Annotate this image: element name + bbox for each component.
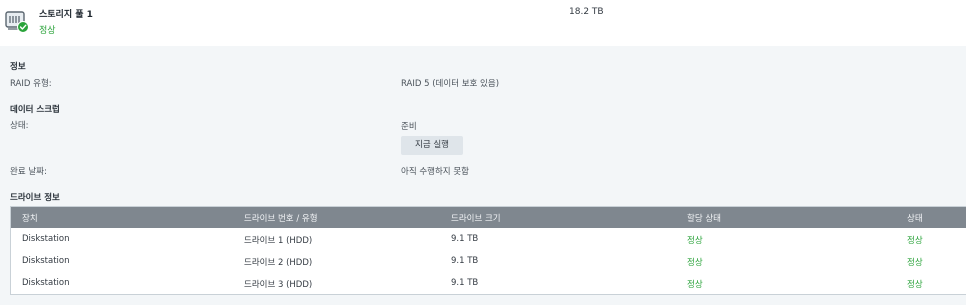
pool-name: 스토리지 풀 1 (39, 10, 93, 20)
cell-drive: 드라이브 2 (HDD) (244, 258, 313, 268)
cell-allocation: 정상 (687, 236, 703, 246)
raid-type-label: RAID 유형: (10, 79, 52, 89)
cell-status: 정상 (907, 258, 923, 268)
cell-status: 정상 (907, 280, 923, 290)
cell-device: Diskstation (22, 234, 70, 244)
pool-status: 정상 (39, 26, 56, 36)
cell-size: 9.1 TB (451, 256, 479, 266)
cell-drive: 드라이브 1 (HDD) (244, 236, 313, 246)
table-row[interactable]: Diskstation 드라이브 3 (HDD) 9.1 TB 정상 정상 (11, 272, 966, 294)
scrub-status-value: 준비 (401, 122, 417, 132)
pool-details-panel: 정보 RAID 유형: RAID 5 (데이터 보호 있음) 데이터 스크럽 상… (0, 46, 966, 305)
cell-size: 9.1 TB (451, 234, 479, 244)
storage-pool-icon (5, 8, 31, 34)
cell-device: Diskstation (22, 256, 70, 266)
column-header-allocation[interactable]: 할당 상태 (687, 212, 721, 224)
column-header-drive[interactable]: 드라이브 번호 / 유형 (244, 212, 318, 224)
pool-size: 18.2 TB (569, 7, 604, 17)
scrub-status-label: 상태: (10, 121, 29, 131)
storage-pool-header[interactable]: 스토리지 풀 1 정상 18.2 TB (0, 0, 966, 46)
drive-table: 장치 드라이브 번호 / 유형 드라이브 크기 할당 상태 상태 Disksta… (10, 206, 966, 295)
table-header: 장치 드라이브 번호 / 유형 드라이브 크기 할당 상태 상태 (11, 207, 966, 228)
info-section-title: 정보 (10, 62, 26, 72)
cell-drive: 드라이브 3 (HDD) (244, 280, 313, 290)
scrub-section-title: 데이터 스크럽 (10, 105, 60, 115)
cell-allocation: 정상 (687, 280, 703, 290)
cell-device: Diskstation (22, 278, 70, 288)
column-header-status[interactable]: 상태 (907, 212, 923, 224)
cell-status: 정상 (907, 236, 923, 246)
column-header-device[interactable]: 장치 (22, 212, 38, 224)
run-now-button[interactable]: 지금 실행 (401, 136, 463, 155)
drive-info-section-title: 드라이브 정보 (10, 193, 60, 203)
table-row[interactable]: Diskstation 드라이브 2 (HDD) 9.1 TB 정상 정상 (11, 250, 966, 272)
cell-size: 9.1 TB (451, 278, 479, 288)
cell-allocation: 정상 (687, 258, 703, 268)
raid-type-value: RAID 5 (데이터 보호 있음) (401, 79, 500, 89)
completed-date-value: 아직 수행하지 못함 (401, 167, 469, 177)
completed-date-label: 완료 날짜: (10, 167, 47, 177)
table-row[interactable]: Diskstation 드라이브 1 (HDD) 9.1 TB 정상 정상 (11, 228, 966, 250)
column-header-size[interactable]: 드라이브 크기 (451, 212, 501, 224)
